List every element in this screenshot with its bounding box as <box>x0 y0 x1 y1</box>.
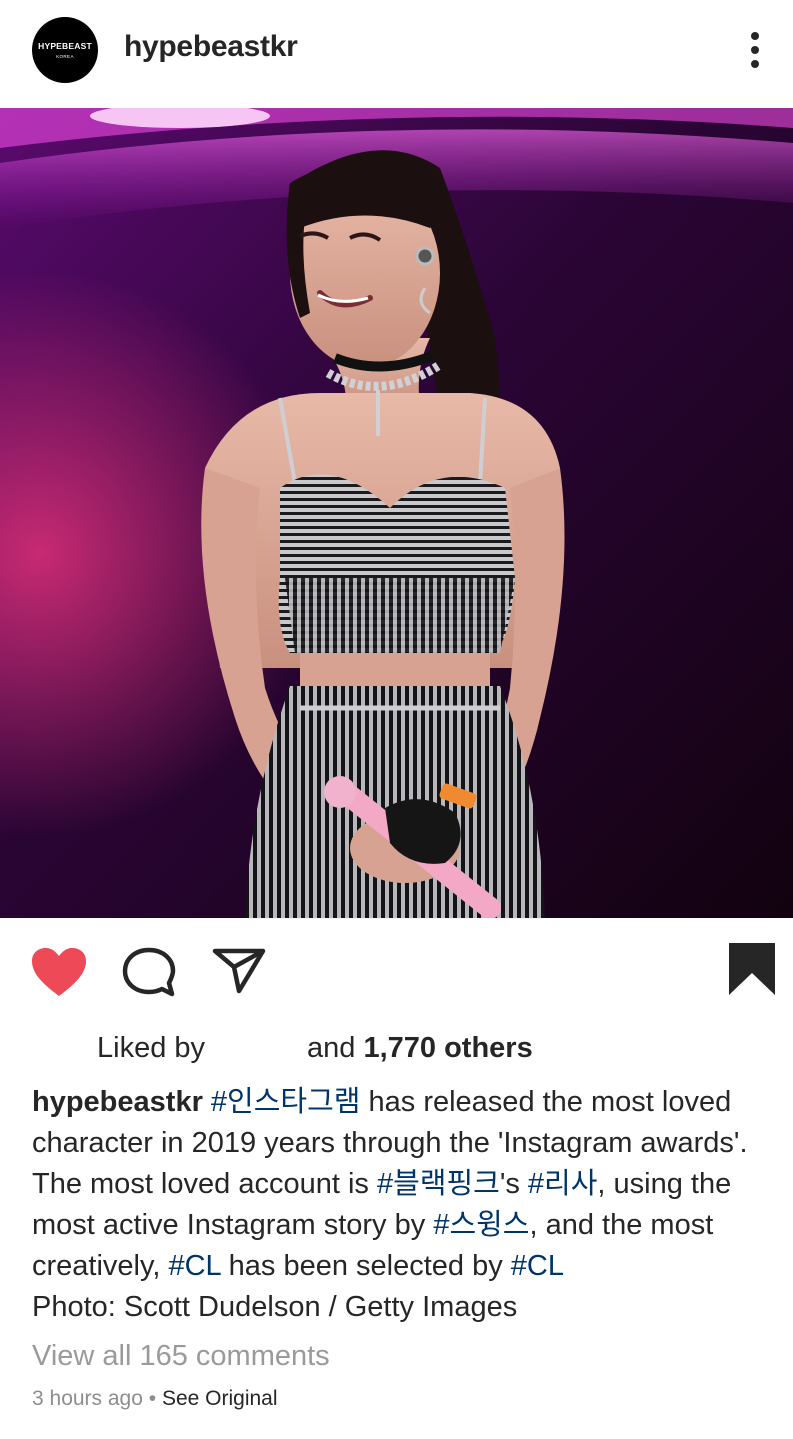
post-footer: 3 hours ago • See Original <box>32 1387 278 1411</box>
footer-separator: • <box>148 1387 157 1410</box>
hashtag-link[interactable]: #CL <box>168 1250 220 1282</box>
likes-count[interactable]: 1,770 others <box>363 1032 532 1064</box>
avatar-logo-text: HYPEBEAST <box>38 41 92 51</box>
caption-segment <box>203 1086 211 1118</box>
caption-username[interactable]: hypebeastkr <box>32 1086 203 1118</box>
bookmark-icon[interactable] <box>728 942 776 996</box>
post-caption: hypebeastkr #인스타그램 has released the most… <box>32 1082 782 1328</box>
action-bar <box>0 918 793 1028</box>
likes-and: and <box>307 1032 356 1064</box>
hashtag-link[interactable]: #스윙스 <box>433 1209 529 1241</box>
post-username[interactable]: hypebeastkr <box>124 30 298 64</box>
post-photo[interactable] <box>0 108 793 918</box>
send-icon[interactable] <box>212 946 266 994</box>
comment-icon[interactable] <box>121 946 177 998</box>
caption-credit: Photo: Scott Dudelson / Getty Images <box>32 1291 518 1323</box>
hashtag-link[interactable]: #CL <box>511 1250 564 1282</box>
avatar[interactable]: HYPEBEAST KOREA <box>32 17 98 83</box>
avatar-logo-subtext: KOREA <box>56 54 74 59</box>
hashtag-link[interactable]: #인스타그램 <box>211 1086 361 1118</box>
likes-line[interactable]: Liked by and 1,770 others <box>97 1032 533 1065</box>
hashtag-link[interactable]: #리사 <box>528 1168 598 1200</box>
liked-by-label: Liked by <box>97 1032 206 1064</box>
hashtag-link[interactable]: #블랙핑크 <box>377 1168 500 1200</box>
post-time: 3 hours ago <box>32 1387 143 1410</box>
more-vertical-icon[interactable] <box>738 28 774 72</box>
see-original-link[interactable]: See Original <box>162 1387 278 1410</box>
caption-segment: has been selected by <box>220 1250 511 1282</box>
view-comments-link[interactable]: View all 165 comments <box>32 1340 330 1373</box>
post-header: HYPEBEAST KOREA hypebeastkr <box>0 0 793 106</box>
heart-icon[interactable] <box>30 946 88 998</box>
caption-segment: 's <box>499 1168 528 1200</box>
